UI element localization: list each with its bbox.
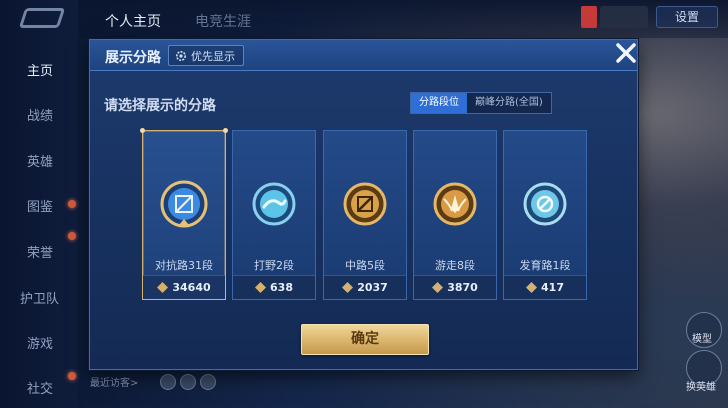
nav-item-game[interactable]: 游戏	[0, 333, 78, 352]
lane-label: 打野2段	[254, 259, 294, 272]
lane-display-dialog: 展示分路 优先显示 请选择展示的分路 分路段位 巅峰分路(全国) 对抗路31段 …	[89, 39, 638, 370]
nav-red-dot	[68, 372, 76, 380]
confirm-button[interactable]: 确定	[301, 324, 429, 355]
nav-item-social[interactable]: 社交	[0, 378, 78, 397]
lane-score: 417	[541, 281, 564, 294]
nav-red-dot	[68, 200, 76, 208]
gear-icon	[176, 50, 186, 61]
lane-score: 638	[270, 281, 293, 294]
lane-card-mid[interactable]: 中路5段 2037	[323, 130, 407, 300]
nav-item-atlas[interactable]: 图鉴	[0, 196, 78, 215]
swap-hero-label: 换英雄	[686, 382, 716, 393]
corner-dot	[140, 128, 145, 133]
tab-lane-rank[interactable]: 分路段位	[411, 93, 467, 113]
nav-item-hero[interactable]: 英雄	[0, 151, 78, 170]
lane-card-roam[interactable]: 游走8段 3870	[413, 130, 497, 300]
close-icon	[616, 43, 636, 63]
lane-score-row: 34640	[143, 275, 225, 299]
score-diamond-icon	[526, 282, 538, 293]
avatar[interactable]	[160, 374, 176, 390]
nav-item-honor[interactable]: 荣誉	[0, 242, 78, 261]
wings-icon	[433, 182, 477, 226]
lane-score-row: 638	[233, 275, 315, 299]
lane-mode-toggle: 分路段位 巅峰分路(全国)	[410, 92, 552, 114]
lane-label: 对抗路31段	[155, 259, 213, 272]
nav-item-record[interactable]: 战绩	[0, 105, 78, 124]
priority-display-button[interactable]: 优先显示	[168, 45, 244, 66]
model-label: 模型	[692, 334, 712, 345]
lane-label: 游走8段	[435, 259, 475, 272]
nav-item-guard[interactable]: 护卫队	[0, 288, 78, 307]
back-logo-icon[interactable]	[18, 8, 66, 28]
lane-score-row: 417	[504, 275, 586, 299]
avatar[interactable]	[180, 374, 196, 390]
info-panel	[600, 6, 648, 28]
lane-score-row: 2037	[324, 275, 406, 299]
lane-label: 发育路1段	[519, 259, 571, 272]
lane-score: 34640	[172, 281, 211, 294]
tab-profile[interactable]: 个人主页	[105, 11, 161, 31]
visitor-avatars	[160, 374, 216, 390]
left-nav: 主页 战绩 英雄 图鉴 荣誉 护卫队 游戏 社交	[0, 0, 78, 408]
corner-dot	[223, 128, 228, 133]
slash-icon	[343, 182, 387, 226]
avatar[interactable]	[200, 374, 216, 390]
score-diamond-icon	[157, 282, 169, 293]
wave-icon	[252, 182, 296, 226]
settings-button[interactable]: 设置	[656, 6, 718, 28]
lane-label: 中路5段	[345, 259, 385, 272]
tab-peak-lane[interactable]: 巅峰分路(全国)	[467, 93, 551, 113]
score-diamond-icon	[432, 282, 444, 293]
lane-score-row: 3870	[414, 275, 496, 299]
dialog-header: 展示分路 优先显示	[90, 40, 637, 71]
notification-badge-icon[interactable]	[581, 6, 597, 28]
lane-score: 2037	[357, 281, 388, 294]
priority-display-label: 优先显示	[191, 49, 235, 63]
recent-visitors-label[interactable]: 最近访客>	[90, 374, 138, 389]
nav-red-dot	[68, 232, 76, 240]
nav-item-home[interactable]: 主页	[0, 60, 78, 79]
shield-sword-icon	[160, 180, 208, 228]
dialog-title: 展示分路	[105, 50, 161, 66]
tab-esports[interactable]: 电竞生涯	[195, 11, 251, 31]
lane-prompt: 请选择展示的分路	[104, 98, 216, 114]
score-diamond-icon	[342, 282, 354, 293]
score-diamond-icon	[255, 282, 267, 293]
lane-card-farm[interactable]: 发育路1段 417	[503, 130, 587, 300]
ring-icon	[523, 182, 567, 226]
close-button[interactable]	[611, 38, 641, 68]
lane-score: 3870	[447, 281, 478, 294]
lane-card-jungle[interactable]: 打野2段 638	[232, 130, 316, 300]
lane-card-top[interactable]: 对抗路31段 34640	[140, 128, 228, 300]
